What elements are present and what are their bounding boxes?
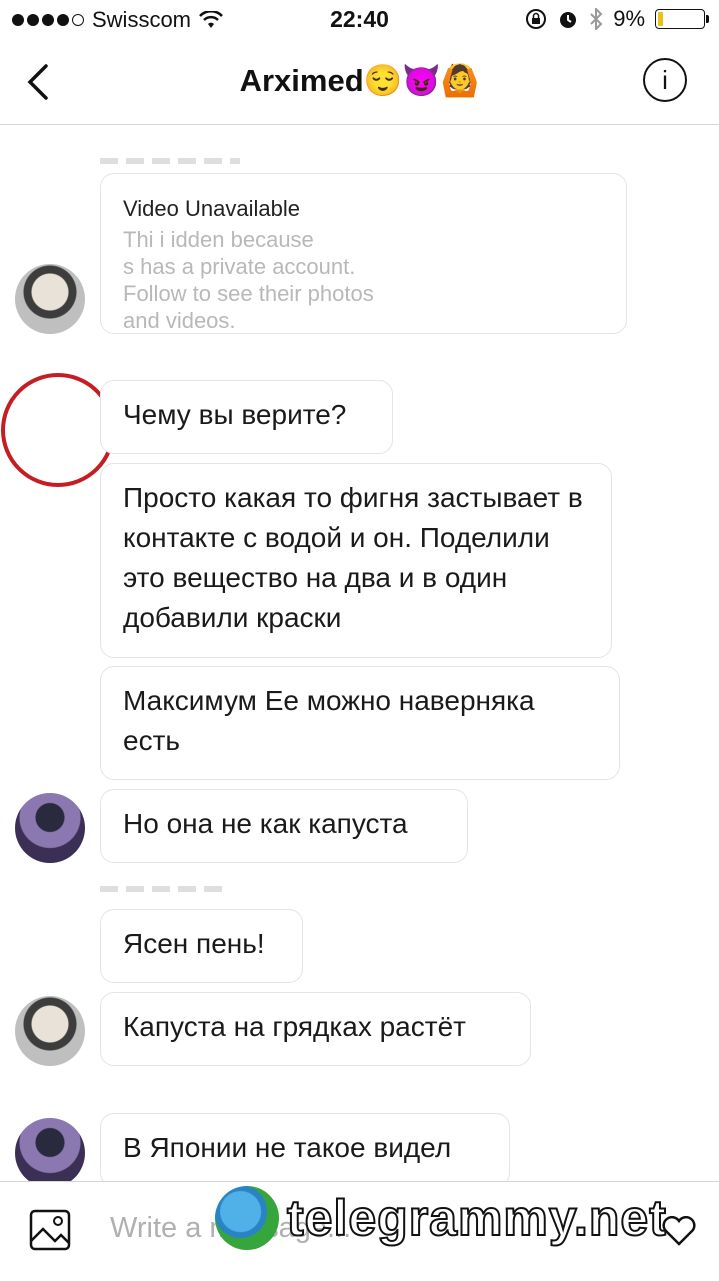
message-bubble[interactable]: Капуста на грядках растёт xyxy=(100,992,531,1066)
message-text: Капуста на грядках растёт xyxy=(123,1011,466,1042)
red-circle-annotation xyxy=(1,373,115,487)
sender-name-blurred xyxy=(100,158,240,164)
message-text: В Японии не такое видел xyxy=(123,1132,452,1163)
message-text: Но она не как капуста xyxy=(123,808,408,839)
battery-percent: 9% xyxy=(613,6,645,31)
message-text: Максимум Ее можно наверняка есть xyxy=(123,685,535,756)
battery-icon xyxy=(655,9,709,29)
avatar[interactable] xyxy=(15,996,85,1066)
gallery-icon[interactable] xyxy=(29,1209,71,1251)
video-unavailable-title: Video Unavailable xyxy=(123,196,300,221)
video-unavailable-line-2: s has a private account. xyxy=(123,254,356,279)
message-bubble[interactable]: Максимум Ее можно наверняка есть xyxy=(100,666,620,780)
info-icon[interactable]: i xyxy=(643,58,687,102)
video-unavailable-line-4: and videos. xyxy=(123,308,236,333)
message-text: Ясен пень! xyxy=(123,928,265,959)
message-text: Чему вы верите? xyxy=(123,399,347,430)
video-unavailable-line-1: Thi i idden because xyxy=(123,227,314,252)
telegram-logo-icon xyxy=(215,1186,279,1250)
avatar[interactable] xyxy=(15,264,85,334)
alarm-icon xyxy=(560,12,577,28)
message-bubble[interactable]: Просто какая то фигня застывает в контак… xyxy=(100,463,612,658)
video-unavailable-line-3: Follow to see their photos xyxy=(123,281,374,306)
status-bar: Swisscom 22:40 9% xyxy=(0,0,719,40)
message-text: Просто какая то фигня застывает в контак… xyxy=(123,482,583,633)
chat-header: Arximed😌😈🙆 i xyxy=(0,40,719,125)
message-bubble[interactable]: В Японии не такое видел xyxy=(100,1113,510,1187)
avatar[interactable] xyxy=(15,1118,85,1188)
chat-title[interactable]: Arximed😌😈🙆 xyxy=(0,62,719,99)
watermark: telegrammy.net xyxy=(215,1186,667,1250)
message-bubble[interactable]: Ясен пень! xyxy=(100,909,303,983)
sender-name-blurred xyxy=(100,886,230,892)
avatar[interactable] xyxy=(15,793,85,863)
shared-post-card[interactable]: Video Unavailable Thi i idden because s … xyxy=(100,173,627,334)
message-bubble[interactable]: Но она не как капуста xyxy=(100,789,468,863)
orientation-lock-icon xyxy=(526,9,547,29)
message-bubble[interactable]: Чему вы верите? xyxy=(100,380,393,454)
bluetooth-icon xyxy=(590,8,603,30)
watermark-text: telegrammy.net xyxy=(286,1189,667,1247)
